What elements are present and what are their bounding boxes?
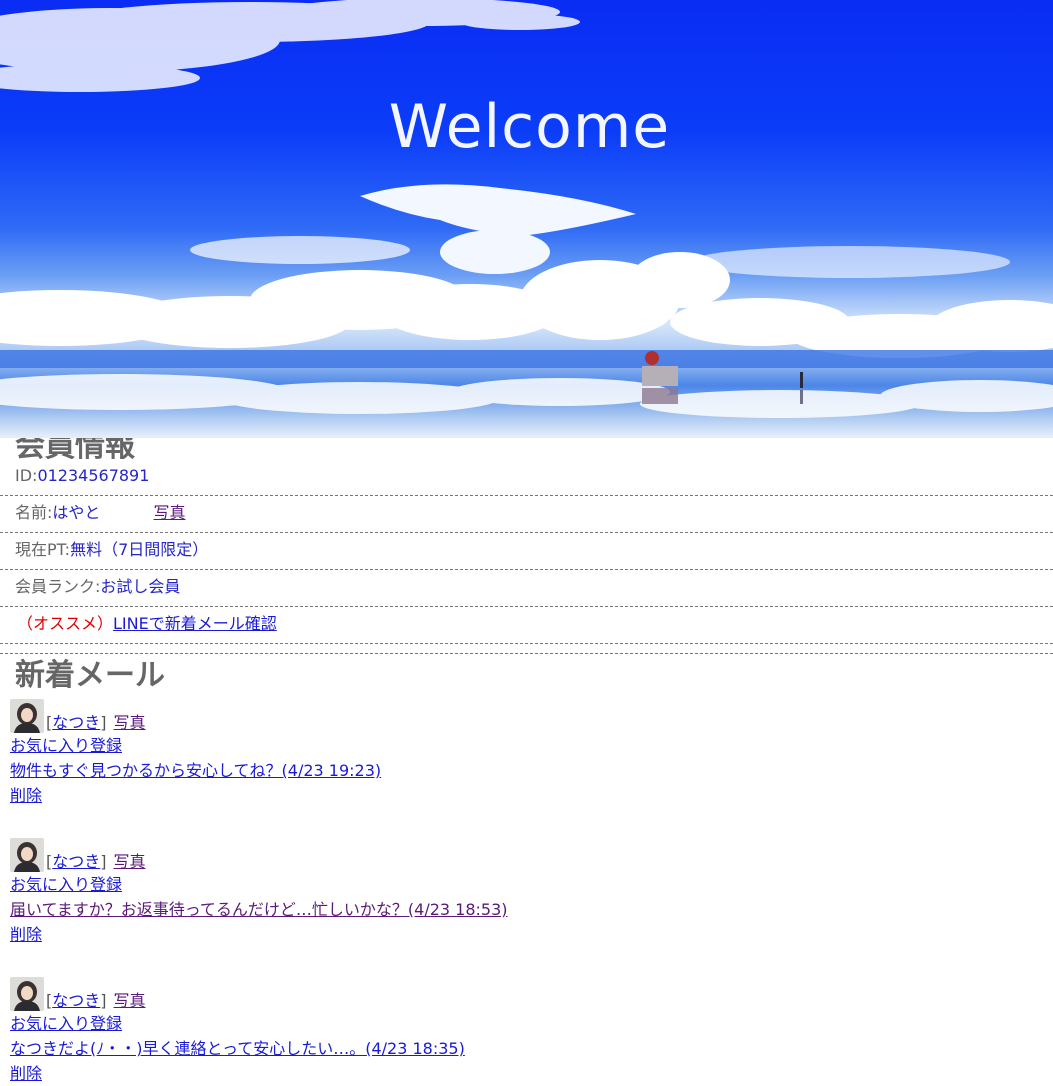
member-name-row: 名前:はやと 写真 bbox=[0, 495, 1053, 532]
favorite-register-link[interactable]: お気に入り登録 bbox=[10, 733, 1053, 758]
mail-item: [なつき] 写真 お気に入り登録 届いてますか？お返事待ってるんだけど…忙しいか… bbox=[10, 836, 1053, 947]
mail-header: [なつき] 写真 bbox=[10, 975, 1053, 1011]
recommend-label: （オススメ） bbox=[17, 614, 114, 633]
mail-message-link[interactable]: 物件もすぐ見つかるから安心してね？(4/23 19:23) bbox=[10, 758, 381, 783]
sender-bracket-close: ] bbox=[100, 713, 107, 732]
member-rank-value: お試し会員 bbox=[100, 577, 181, 596]
sender-name-link[interactable]: なつき bbox=[52, 991, 100, 1011]
member-rank-label: 会員ランク: bbox=[15, 577, 101, 596]
sender-photo-link[interactable]: 写真 bbox=[114, 852, 146, 872]
member-rank-row: 会員ランク:お試し会員 bbox=[0, 569, 1053, 606]
member-points-row: 現在PT:無料（7日間限定） bbox=[0, 532, 1053, 569]
sender-name-link[interactable]: なつき bbox=[52, 852, 100, 872]
new-mail-section: 新着メール [なつき] 写真 お気に入り登録 物件もすぐ見つかるから安心してね？… bbox=[0, 653, 1053, 1086]
mail-item: [なつき] 写真 お気に入り登録 物件もすぐ見つかるから安心してね？(4/23 … bbox=[10, 697, 1053, 808]
member-id-value: 01234567891 bbox=[37, 466, 150, 485]
member-id-row: ID:01234567891 bbox=[0, 462, 1053, 495]
sky-clouds-image bbox=[0, 0, 1053, 418]
favorite-register-link[interactable]: お気に入り登録 bbox=[10, 1011, 1053, 1036]
sender-photo-link[interactable]: 写真 bbox=[114, 713, 146, 733]
avatar[interactable] bbox=[10, 838, 44, 872]
line-notify-row: （オススメ）LINEで新着メール確認 bbox=[0, 606, 1053, 644]
sender-avatar-icon bbox=[10, 977, 44, 1011]
mail-message-link[interactable]: なつきだよ(ﾉ・・)早く連絡とって安心したい…。(4/23 18:35) bbox=[10, 1036, 465, 1061]
new-mail-heading: 新着メール bbox=[15, 658, 165, 693]
sender-name-link[interactable]: なつき bbox=[52, 713, 100, 733]
mail-item: [なつき] 写真 お気に入り登録 なつきだよ(ﾉ・・)早く連絡とって安心したい…… bbox=[10, 975, 1053, 1086]
avatar[interactable] bbox=[10, 699, 44, 733]
mail-message-link[interactable]: 届いてますか？お返事待ってるんだけど…忙しいかな？(4/23 18:53) bbox=[10, 897, 508, 922]
member-photo-link[interactable]: 写真 bbox=[154, 503, 186, 522]
mail-header: [なつき] 写真 bbox=[10, 697, 1053, 733]
sender-bracket-close: ] bbox=[100, 991, 107, 1010]
member-id-label: ID: bbox=[15, 466, 38, 485]
delete-link[interactable]: 削除 bbox=[10, 922, 1053, 947]
member-points-value: 無料（7日間限定） bbox=[70, 540, 209, 559]
avatar[interactable] bbox=[10, 977, 44, 1011]
line-check-link[interactable]: LINEで新着メール確認 bbox=[113, 614, 277, 633]
member-info-section: 会員情報 ID:01234567891 名前:はやと 写真 現在PT:無料（7日… bbox=[0, 432, 1053, 644]
mail-header: [なつき] 写真 bbox=[10, 836, 1053, 872]
member-name-label: 名前: bbox=[15, 503, 53, 522]
welcome-title: Welcome bbox=[388, 92, 671, 162]
member-name-value: はやと bbox=[52, 503, 101, 522]
favorite-register-link[interactable]: お気に入り登録 bbox=[10, 872, 1053, 897]
delete-link[interactable]: 削除 bbox=[10, 783, 1053, 808]
sender-avatar-icon bbox=[10, 699, 44, 733]
member-points-label: 現在PT: bbox=[15, 540, 71, 559]
delete-link[interactable]: 削除 bbox=[10, 1061, 1053, 1086]
mail-list: [なつき] 写真 お気に入り登録 物件もすぐ見つかるから安心してね？(4/23 … bbox=[0, 697, 1053, 1086]
sender-bracket-close: ] bbox=[100, 852, 107, 871]
sender-photo-link[interactable]: 写真 bbox=[114, 991, 146, 1011]
sender-avatar-icon bbox=[10, 838, 44, 872]
welcome-banner: Welcome bbox=[0, 0, 1053, 438]
